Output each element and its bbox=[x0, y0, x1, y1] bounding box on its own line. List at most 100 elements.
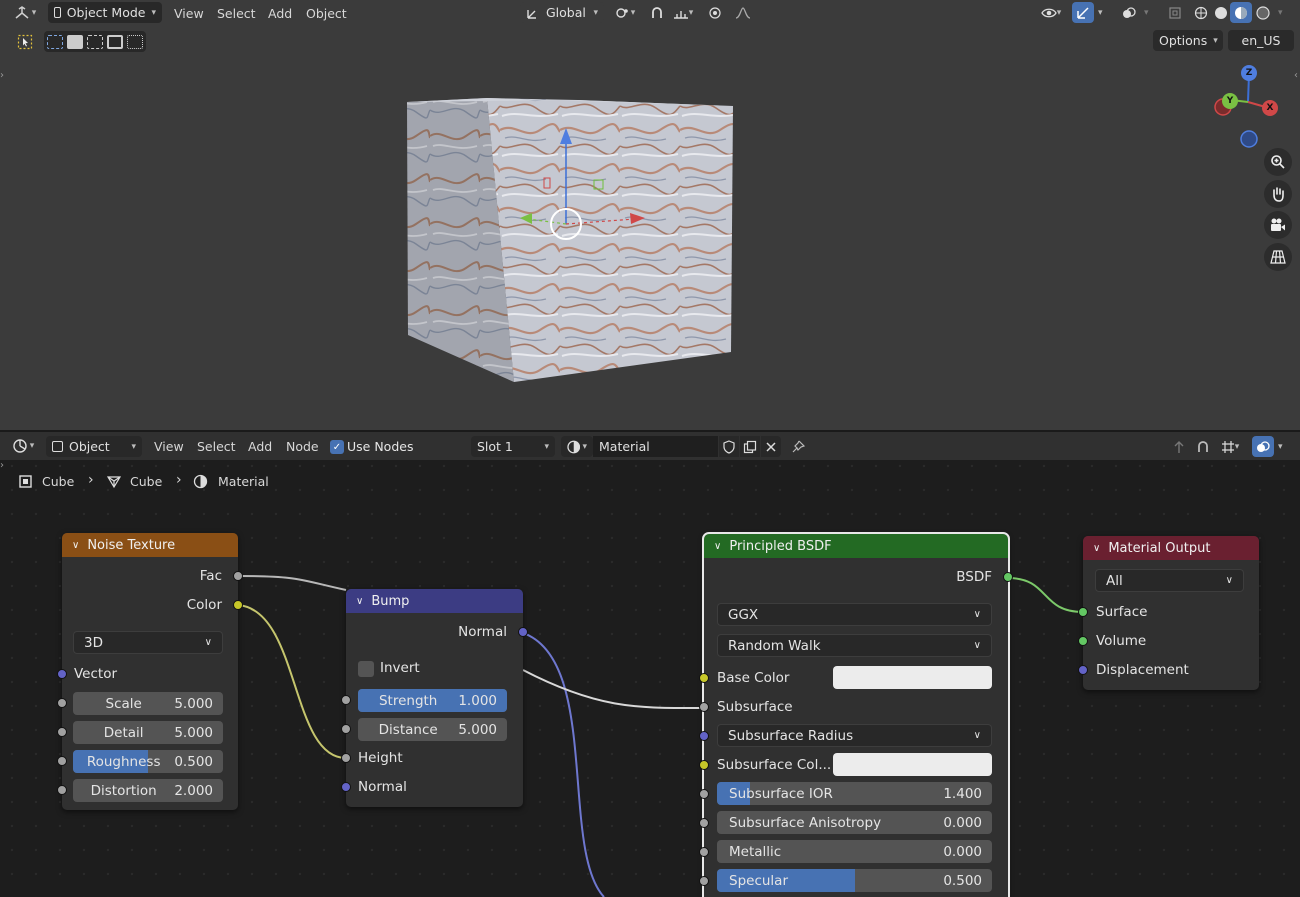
menu-select[interactable]: Select bbox=[217, 6, 256, 21]
noise-roughness-slider[interactable]: Roughness 0.500 bbox=[73, 750, 223, 773]
mode-dropdown[interactable]: Object Mode ▾ bbox=[48, 2, 162, 23]
noise-distortion-field[interactable]: Distortion 2.000 bbox=[73, 779, 223, 802]
node-toolbar-expand-icon[interactable]: › bbox=[0, 460, 4, 471]
noise-scale-socket[interactable] bbox=[57, 698, 67, 708]
language-field[interactable]: en_US bbox=[1228, 30, 1294, 51]
overlays-chevron-icon[interactable]: ▾ bbox=[1144, 8, 1149, 18]
noise-color-socket[interactable] bbox=[233, 600, 243, 610]
noise-dimensions-select[interactable]: 3D ∨ bbox=[73, 631, 223, 654]
select-extend-icon[interactable] bbox=[67, 34, 83, 49]
selection-mode-group[interactable] bbox=[44, 31, 146, 52]
orientation-dropdown[interactable]: Global ▾ bbox=[520, 2, 604, 23]
fake-user-shield-icon[interactable] bbox=[719, 436, 739, 457]
collapse-chevron-icon[interactable]: ∨ bbox=[72, 540, 79, 551]
material-browse-button[interactable]: ▾ bbox=[561, 436, 593, 457]
pivot-point-icon[interactable]: ▾ bbox=[610, 2, 640, 23]
node-overlays-icon[interactable] bbox=[1252, 436, 1274, 457]
material-preview-shading-icon[interactable] bbox=[1230, 2, 1252, 23]
bump-header[interactable]: ∨ Bump bbox=[346, 589, 523, 613]
gizmo-y-icon[interactable]: Y bbox=[1222, 93, 1238, 109]
subsurface-color-socket[interactable] bbox=[699, 760, 709, 770]
subsurface-socket[interactable] bbox=[699, 702, 709, 712]
select-invert-icon[interactable] bbox=[107, 34, 123, 49]
pin-icon[interactable] bbox=[787, 436, 809, 457]
base-color-socket[interactable] bbox=[699, 673, 709, 683]
select-new-icon[interactable] bbox=[47, 34, 63, 49]
bsdf-output-socket[interactable] bbox=[1003, 572, 1013, 582]
snap-grid-icon[interactable]: ▾ bbox=[1214, 436, 1246, 457]
output-target-select[interactable]: All ∨ bbox=[1095, 569, 1244, 592]
xray-icon[interactable] bbox=[1164, 2, 1186, 23]
gizmo-x-icon[interactable]: X bbox=[1262, 100, 1278, 116]
bump-distance-socket[interactable] bbox=[341, 724, 351, 734]
node-menu-node[interactable]: Node bbox=[286, 439, 319, 454]
surface-socket[interactable] bbox=[1078, 607, 1088, 617]
noise-distortion-socket[interactable] bbox=[57, 785, 67, 795]
collapse-chevron-icon[interactable]: ∨ bbox=[714, 541, 721, 552]
overlays-icon[interactable] bbox=[1118, 2, 1140, 23]
specular-slider[interactable]: Specular 0.500 bbox=[717, 869, 992, 892]
subsurface-ior-socket[interactable] bbox=[699, 789, 709, 799]
perspective-grid-icon[interactable] bbox=[1264, 243, 1292, 271]
bump-strength-slider[interactable]: Strength 1.000 bbox=[358, 689, 507, 712]
bump-normal-out-socket[interactable] bbox=[518, 627, 528, 637]
material-output-header[interactable]: ∨ Material Output bbox=[1083, 536, 1259, 560]
subsurface-radius-select[interactable]: Subsurface Radius ∨ bbox=[717, 724, 992, 747]
volume-socket[interactable] bbox=[1078, 636, 1088, 646]
noise-roughness-socket[interactable] bbox=[57, 756, 67, 766]
select-intersect-icon[interactable] bbox=[127, 34, 143, 49]
specular-socket[interactable] bbox=[699, 876, 709, 886]
noise-detail-socket[interactable] bbox=[57, 727, 67, 737]
distribution-select[interactable]: GGX ∨ bbox=[717, 603, 992, 626]
node-menu-add[interactable]: Add bbox=[248, 439, 272, 454]
node-editor-type-icon[interactable]: ▾ bbox=[6, 435, 40, 456]
subsurface-anisotropy-socket[interactable] bbox=[699, 818, 709, 828]
visibility-icon[interactable]: ▾ bbox=[1036, 2, 1066, 23]
material-output-node[interactable]: ∨ Material Output All ∨ Surface Volume Di… bbox=[1078, 536, 1259, 690]
bump-normal-in-socket[interactable] bbox=[341, 782, 351, 792]
slot-dropdown[interactable]: Slot 1 ▾ bbox=[471, 436, 555, 457]
bump-distance-field[interactable]: Distance 5.000 bbox=[358, 718, 507, 741]
principled-bsdf-node[interactable]: ∨ Principled BSDF BSDF GGX ∨ Random Walk ∨… bbox=[699, 532, 1013, 897]
subsurface-color-swatch[interactable] bbox=[833, 753, 992, 776]
object-origin-gizmo[interactable] bbox=[510, 120, 660, 250]
subsurface-ior-slider[interactable]: Subsurface IOR 1.400 bbox=[717, 782, 992, 805]
node-overlays-chevron-icon[interactable]: ▾ bbox=[1278, 442, 1283, 452]
invert-checkbox[interactable] bbox=[358, 661, 374, 677]
select-tool-icon[interactable] bbox=[14, 31, 36, 52]
falloff-icon[interactable] bbox=[728, 2, 758, 23]
duplicate-material-icon[interactable] bbox=[740, 436, 760, 457]
material-name-field[interactable]: Material bbox=[593, 436, 718, 457]
bump-node[interactable]: ∨ Bump Normal Invert Strength 1.000 Dist… bbox=[341, 589, 528, 807]
subsurface-radius-socket[interactable] bbox=[699, 731, 709, 741]
menu-add[interactable]: Add bbox=[268, 6, 292, 21]
select-subtract-icon[interactable] bbox=[87, 34, 103, 49]
noise-texture-header[interactable]: ∨ Noise Texture bbox=[62, 533, 238, 557]
toolbar-expand-icon[interactable]: › bbox=[0, 70, 4, 81]
principled-bsdf-header[interactable]: ∨ Principled BSDF bbox=[704, 534, 1008, 558]
parent-node-tree-icon[interactable] bbox=[1168, 436, 1190, 457]
wireframe-shading-icon[interactable] bbox=[1190, 2, 1212, 23]
metallic-slider[interactable]: Metallic 0.000 bbox=[717, 840, 992, 863]
bump-height-socket[interactable] bbox=[341, 753, 351, 763]
snap-target-icon[interactable]: ▾ bbox=[668, 2, 698, 23]
shading-chevron-icon[interactable]: ▾ bbox=[1278, 8, 1283, 18]
snap-icon[interactable] bbox=[646, 2, 668, 23]
gizmo-toggle-icon[interactable] bbox=[1072, 2, 1094, 23]
zoom-icon[interactable] bbox=[1264, 148, 1292, 176]
bump-strength-socket[interactable] bbox=[341, 695, 351, 705]
editor-type-icon[interactable]: ▾ bbox=[8, 2, 42, 23]
use-nodes-checkbox[interactable]: ✓ bbox=[330, 440, 344, 454]
subsurface-method-select[interactable]: Random Walk ∨ bbox=[717, 634, 992, 657]
pan-hand-icon[interactable] bbox=[1264, 180, 1292, 208]
subsurface-anisotropy-slider[interactable]: Subsurface Anisotropy 0.000 bbox=[717, 811, 992, 834]
displacement-socket[interactable] bbox=[1078, 665, 1088, 675]
menu-view[interactable]: View bbox=[174, 6, 204, 21]
noise-scale-field[interactable]: Scale 5.000 bbox=[73, 692, 223, 715]
proportional-editing-icon[interactable] bbox=[704, 2, 726, 23]
base-color-swatch[interactable] bbox=[833, 666, 992, 689]
node-snap-icon[interactable] bbox=[1192, 436, 1214, 457]
options-dropdown[interactable]: Options ▾ bbox=[1153, 30, 1223, 51]
node-menu-view[interactable]: View bbox=[154, 439, 184, 454]
gizmo-z-icon[interactable]: Z bbox=[1241, 65, 1257, 81]
